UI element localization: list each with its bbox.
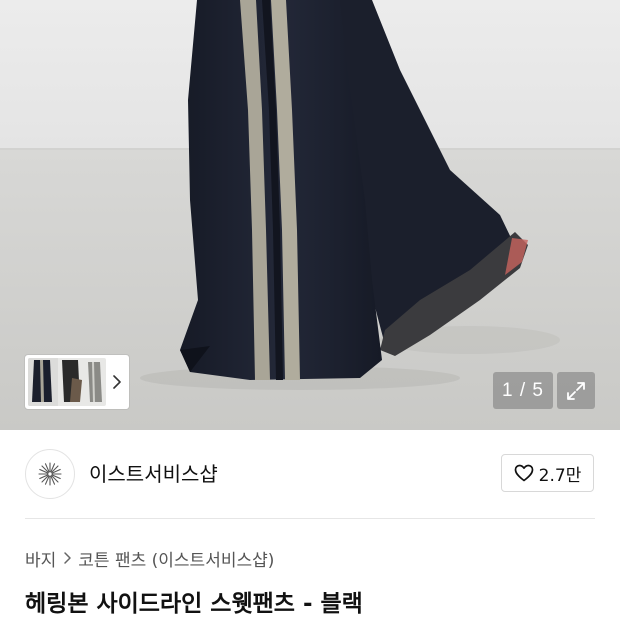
divider (25, 518, 595, 519)
chevron-right-icon[interactable] (108, 358, 126, 406)
expand-icon[interactable] (557, 372, 595, 409)
breadcrumb-item-subcategory[interactable]: 코튼 팬츠 (이스트서비스샵) (78, 546, 274, 571)
product-image-gallery[interactable]: 1 / 5 (0, 0, 620, 430)
starburst-logo-icon (38, 462, 62, 486)
product-title: 헤링본 사이드라인 스웻팬츠 - 블랙 (25, 591, 363, 617)
like-count: 2.7만 (538, 465, 582, 486)
store-name[interactable]: 이스트서비스샵 (89, 460, 218, 488)
thumbnail-strip[interactable] (25, 355, 129, 409)
chevron-right-icon (62, 551, 72, 565)
like-button[interactable]: 2.7만 (501, 454, 594, 492)
thumbnail-images[interactable] (28, 358, 106, 406)
heart-outline-icon (514, 464, 534, 482)
image-counter: 1 / 5 (493, 372, 553, 409)
store-logo[interactable] (25, 449, 75, 499)
store-info-row: 이스트서비스샵 2.7만 (0, 430, 620, 520)
breadcrumb: 바지 코튼 팬츠 (이스트서비스샵) (25, 545, 274, 571)
breadcrumb-item-category[interactable]: 바지 (25, 546, 56, 571)
